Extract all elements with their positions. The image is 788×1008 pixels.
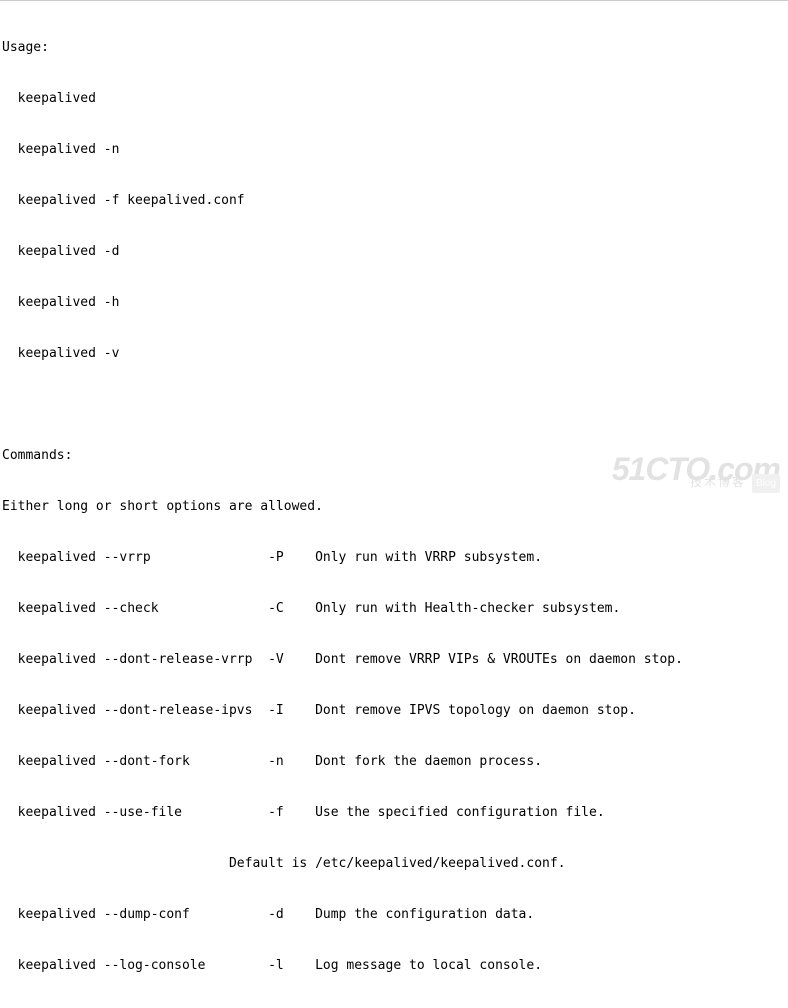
command-line: keepalived --log-console -l Log message … [2, 957, 786, 974]
blank-line [2, 396, 786, 413]
command-line: keepalived --check -C Only run with Heal… [2, 600, 786, 617]
command-line: keepalived --vrrp -P Only run with VRRP … [2, 549, 786, 566]
commands-header: Commands: [2, 447, 786, 464]
command-line: keepalived --dump-conf -d Dump the confi… [2, 906, 786, 923]
usage-line: keepalived [2, 90, 786, 107]
usage-line: keepalived -h [2, 294, 786, 311]
command-line: keepalived --use-file -f Use the specifi… [2, 804, 786, 821]
command-line: keepalived --dont-release-ipvs -I Dont r… [2, 702, 786, 719]
usage-line: keepalived -d [2, 243, 786, 260]
command-line: keepalived --dont-release-vrrp -V Dont r… [2, 651, 786, 668]
command-line: keepalived --dont-fork -n Dont fork the … [2, 753, 786, 770]
command-line: Default is /etc/keepalived/keepalived.co… [2, 855, 786, 872]
usage-header: Usage: [2, 39, 786, 56]
usage-line: keepalived -f keepalived.conf [2, 192, 786, 209]
commands-intro: Either long or short options are allowed… [2, 498, 786, 515]
usage-line: keepalived -v [2, 345, 786, 362]
terminal-output[interactable]: Usage: keepalived keepalived -n keepaliv… [0, 1, 788, 1008]
usage-line: keepalived -n [2, 141, 786, 158]
